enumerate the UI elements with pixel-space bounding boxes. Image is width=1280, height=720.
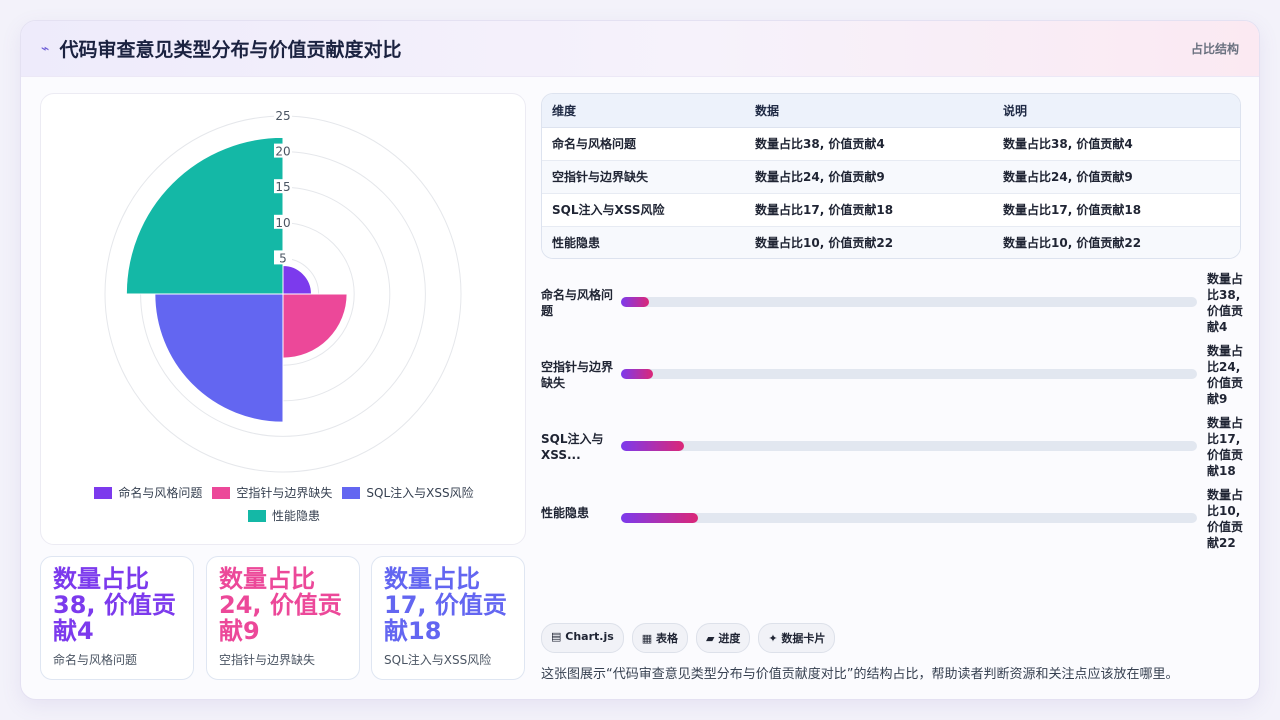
stat-label: SQL注入与XSS风险 [384, 652, 492, 667]
polar-segment-1[interactable] [282, 293, 348, 359]
tag-table[interactable]: ▦ 表格 [631, 623, 689, 653]
table-cell: 数量占比17, 价值贡献18 [993, 193, 1240, 227]
r-tick-label: 10 [275, 216, 290, 230]
header: ⌁ 代码审查意见类型分布与价值贡献度对比 占比结构 [21, 21, 1259, 77]
table-row: 性能隐患 数量占比10, 价值贡献22 数量占比10, 价值贡献22 [542, 226, 1240, 258]
progress-row: SQL注入与XSS... 数量占比17, 价值贡献18 [541, 415, 1251, 487]
legend-label: 命名与风格问题 [118, 486, 203, 500]
progress-track [621, 441, 1197, 451]
progress-track [621, 513, 1197, 523]
legend-swatch [212, 486, 231, 499]
progress-label: 命名与风格问题 [541, 288, 614, 318]
r-tick-label: 20 [275, 145, 290, 159]
tag-label: 进度 [718, 632, 741, 645]
dashboard-card: ⌁ 代码审查意见类型分布与价值贡献度对比 占比结构 5 10 15 20 25 命名与风… [20, 20, 1260, 700]
table-row: SQL注入与XSS风险 数量占比17, 价值贡献18 数量占比17, 价值贡献1… [542, 193, 1240, 227]
r-tick-label: 5 [279, 251, 287, 265]
r-tick-label: 15 [275, 180, 290, 194]
legend-label: 性能隐患 [271, 509, 320, 523]
stat-value: 数量占比38, 价值贡献4 [53, 565, 176, 645]
progress-fill [621, 513, 699, 523]
progress-label: 空指针与边界缺失 [541, 360, 614, 390]
data-table: 维度 数据 说明 命名与风格问题 数量占比38, 价值贡献4 数量占比38, 价… [541, 93, 1241, 259]
table-row: 空指针与边界缺失 数量占比24, 价值贡献9 数量占比24, 价值贡献9 [542, 160, 1240, 194]
legend-swatch [94, 486, 113, 499]
progress-row: 命名与风格问题 数量占比38, 价值贡献4 [541, 271, 1251, 343]
title-wrap: ⌁ 代码审查意见类型分布与价值贡献度对比 [41, 35, 401, 62]
polar-chart: 5 10 15 20 25 命名与风格问题 空指针与边界缺失 SQL注入与XSS风险 性… [40, 93, 526, 545]
header-tag: 占比结构 [1190, 42, 1239, 56]
legend-label: SQL注入与XSS风险 [366, 486, 474, 500]
tag-chartjs[interactable]: ▤ Chart.js [541, 623, 624, 653]
stat-card-sql: 数量占比17, 价值贡献18 SQL注入与XSS风险 [371, 556, 525, 680]
legend-item-perf[interactable]: 性能隐患 [247, 507, 320, 524]
table-cell: 命名与风格问题 [542, 127, 745, 161]
table-icon: ▦ [641, 632, 653, 645]
table-header-cell: 说明 [993, 94, 1240, 128]
table-cell: 数量占比24, 价值贡献9 [745, 160, 993, 194]
progress-label: SQL注入与XSS... [541, 432, 604, 462]
table-cell: 空指针与边界缺失 [542, 160, 745, 194]
chart-legend: 命名与风格问题 空指针与边界缺失 SQL注入与XSS风险 性能隐患 [41, 484, 527, 524]
progress-track [621, 297, 1197, 307]
table-cell: 性能隐患 [542, 226, 745, 258]
table-cell: 数量占比10, 价值贡献22 [993, 226, 1240, 258]
page-title: 代码审查意见类型分布与价值贡献度对比 [59, 39, 402, 61]
table-cell: 数量占比10, 价值贡献22 [745, 226, 993, 258]
progress-fill [621, 369, 653, 379]
tag-label: 数据卡片 [781, 632, 826, 645]
progress-fill [621, 297, 649, 307]
tag-list: ▤ Chart.js ▦ 表格 ▰ 进度 ✦ 数据卡片 [541, 623, 836, 653]
tag-label: 表格 [656, 632, 679, 645]
chart-description: 这张图展示“代码审查意见类型分布与价值贡献度对比”的结构占比，帮助读者判断资源和… [541, 667, 1179, 682]
polar-chart-svg: 5 10 15 20 25 [104, 108, 462, 473]
progress-label: 性能隐患 [541, 506, 590, 520]
progress-track [621, 369, 1197, 379]
stat-label: 空指针与边界缺失 [219, 652, 316, 667]
progress-value: 数量占比17, 价值贡献18 [1207, 416, 1244, 478]
stat-value: 数量占比17, 价值贡献18 [384, 565, 507, 645]
table-cell: SQL注入与XSS风险 [542, 193, 745, 227]
table-cell: 数量占比17, 价值贡献18 [745, 193, 993, 227]
progress-value: 数量占比24, 价值贡献9 [1207, 344, 1244, 406]
table-cell: 数量占比38, 价值贡献4 [993, 127, 1240, 161]
polar-segment-3[interactable] [125, 136, 284, 295]
polar-segment-0[interactable] [282, 265, 312, 295]
tag-progress[interactable]: ▰ 进度 [696, 623, 751, 653]
legend-swatch [247, 509, 266, 522]
legend-label: 空指针与边界缺失 [236, 486, 333, 500]
table-header-row: 维度 数据 说明 [542, 94, 1240, 128]
polar-segment-2[interactable] [154, 293, 284, 423]
table-header-cell: 数据 [745, 94, 993, 128]
legend-item-naming[interactable]: 命名与风格问题 [94, 484, 202, 501]
progress-row: 空指针与边界缺失 数量占比24, 价值贡献9 [541, 343, 1251, 415]
legend-item-sql[interactable]: SQL注入与XSS风险 [342, 484, 474, 501]
progress-row: 性能隐患 数量占比10, 价值贡献22 [541, 487, 1251, 559]
stat-label: 命名与风格问题 [53, 652, 138, 667]
stat-card-nullptr: 数量占比24, 价值贡献9 空指针与边界缺失 [206, 556, 360, 680]
tag-label: Chart.js [565, 630, 614, 643]
progress-value: 数量占比38, 价值贡献4 [1207, 272, 1244, 334]
r-tick-label: 25 [275, 109, 290, 123]
legend-swatch [342, 486, 361, 499]
table-header-cell: 维度 [542, 94, 745, 128]
chart-icon: ▤ [551, 630, 562, 643]
progress-fill [621, 441, 685, 451]
progress-value: 数量占比10, 价值贡献22 [1207, 488, 1244, 550]
stat-value: 数量占比24, 价值贡献9 [219, 565, 342, 645]
tag-data-card[interactable]: ✦ 数据卡片 [758, 623, 836, 653]
table-row: 命名与风格问题 数量占比38, 价值贡献4 数量占比38, 价值贡献4 [542, 127, 1240, 161]
stat-card-naming: 数量占比38, 价值贡献4 命名与风格问题 [40, 556, 194, 680]
legend-item-nullptr[interactable]: 空指针与边界缺失 [212, 484, 332, 501]
table-cell: 数量占比38, 价值贡献4 [745, 127, 993, 161]
table-cell: 数量占比24, 价值贡献9 [993, 160, 1240, 194]
sparkle-icon: ✦ [768, 632, 778, 645]
progress-icon: ▰ [706, 632, 715, 645]
pulse-icon: ⌁ [41, 40, 50, 57]
